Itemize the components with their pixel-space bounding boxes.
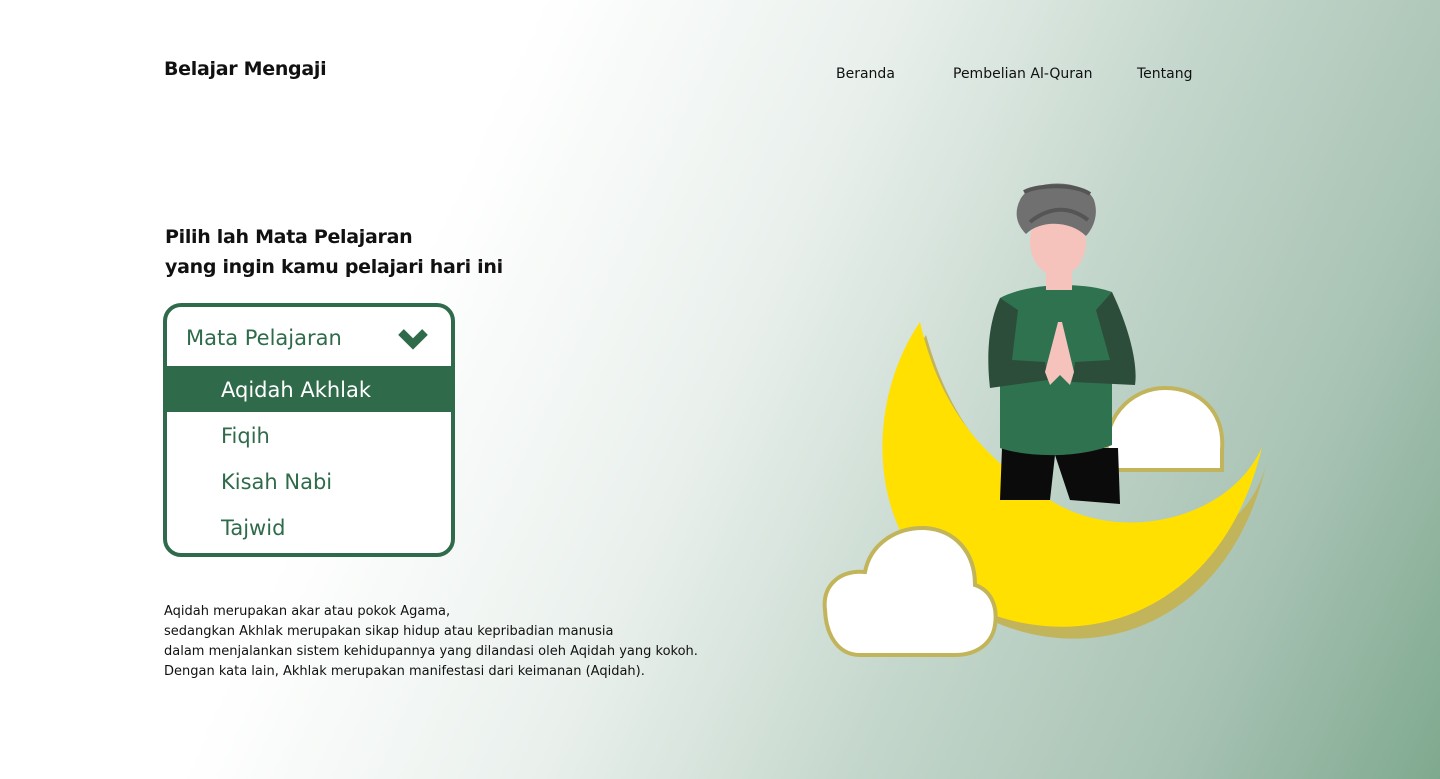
option-label: Tajwid (221, 516, 286, 540)
subject-description: Aqidah merupakan akar atau pokok Agama, … (164, 602, 698, 682)
dropdown-option-fiqih[interactable]: Fiqih (167, 412, 451, 458)
praying-boy-on-moon-illustration (822, 183, 1266, 657)
dropdown-toggle[interactable]: Mata Pelajaran (167, 307, 451, 365)
option-label: Aqidah Akhlak (221, 378, 372, 402)
dropdown-option-kisah-nabi[interactable]: Kisah Nabi (167, 458, 451, 504)
description-line: Dengan kata lain, Akhlak merupakan manif… (164, 664, 645, 679)
page-headline: Pilih lah Mata Pelajaran yang ingin kamu… (165, 222, 503, 282)
boy-legs-shape (1000, 448, 1120, 504)
brand-logo[interactable]: Belajar Mengaji (164, 58, 327, 80)
option-label: Fiqih (221, 424, 270, 448)
chevron-down-icon (398, 329, 428, 350)
description-line: Aqidah merupakan akar atau pokok Agama, (164, 604, 451, 619)
dropdown-option-tajwid[interactable]: Tajwid (167, 504, 451, 550)
option-label: Kisah Nabi (221, 470, 333, 494)
nav-beranda[interactable]: Beranda (836, 66, 895, 82)
dropdown-option-aqidah-akhlak[interactable]: Aqidah Akhlak (167, 366, 451, 412)
description-line: dalam menjalankan sistem kehidupannya ya… (164, 644, 698, 659)
headline-line-2: yang ingin kamu pelajari hari ini (165, 256, 503, 278)
description-line: sedangkan Akhlak merupakan sikap hidup a… (164, 624, 614, 639)
cloud-back-shape (1104, 385, 1225, 472)
dropdown-label: Mata Pelajaran (186, 326, 342, 350)
nav-tentang[interactable]: Tentang (1137, 66, 1193, 82)
subject-dropdown: Mata Pelajaran Aqidah Akhlak Fiqih Kisah… (163, 303, 455, 557)
headline-line-1: Pilih lah Mata Pelajaran (165, 226, 413, 248)
nav-pembelian-al-quran[interactable]: Pembelian Al-Quran (953, 66, 1093, 82)
